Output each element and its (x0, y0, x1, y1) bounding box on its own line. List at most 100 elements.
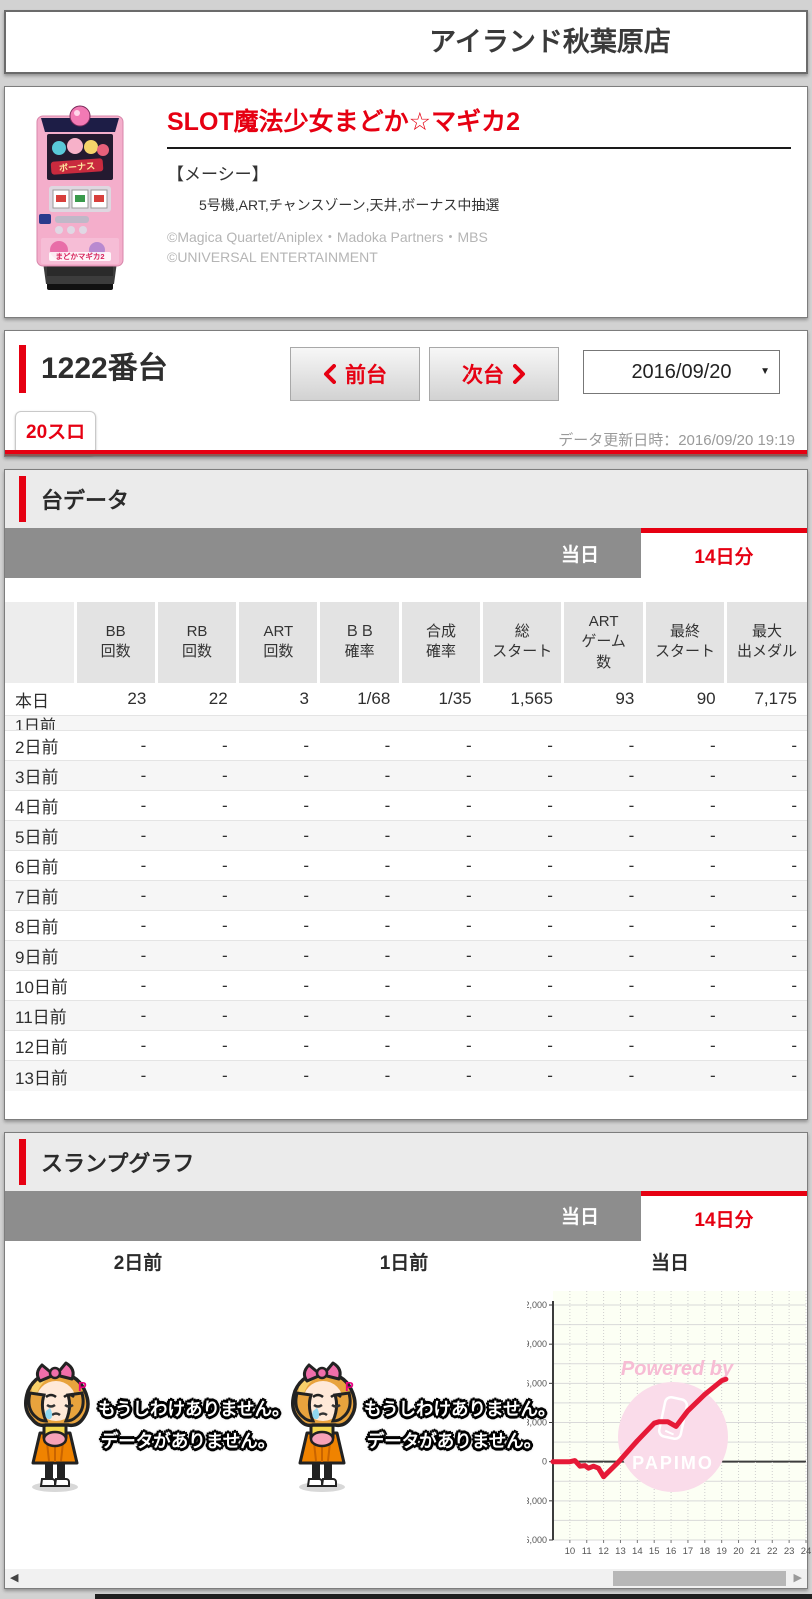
table-cell: - (75, 850, 157, 881)
table-cell: - (156, 910, 238, 941)
scrollbar-thumb[interactable] (613, 1570, 786, 1586)
table-cell: - (562, 760, 645, 791)
horizontal-scrollbar[interactable]: ◀ ▶ (5, 1568, 807, 1588)
table-cell: 3 (299, 689, 309, 708)
tab-today[interactable]: 当日 (561, 528, 599, 578)
table-cell: - (318, 970, 401, 1001)
graph-tab-today[interactable]: 当日 (561, 1191, 599, 1241)
table-cell: - (400, 880, 482, 911)
no-data-message-2: もうしわけありません。 データがありません。 (364, 1393, 555, 1457)
svg-text:まどかマギカ2: まどかマギカ2 (55, 251, 104, 261)
table-cell: 1,565 (510, 689, 553, 708)
slump-graph-panel: スランプグラフ 当日 14日分 2日前 1日前 当日 P もうしわけありません。… (4, 1131, 811, 1589)
table-cell (237, 715, 319, 731)
x-tick-label: 14 (632, 1546, 643, 1557)
row-label: 13日前 (5, 1060, 75, 1091)
table-row: 9日前 - - - - - - - - - (5, 940, 807, 971)
data-table-head: BB 回数 RB 回数 ART 回数 ＢＢ 確率 合成 確率総 スタート ART ゲーム … (5, 602, 807, 683)
date-select[interactable]: 2016/09/20 ▼ (583, 350, 780, 394)
table-cell: - (400, 760, 482, 791)
powered-by-text: Powered by (621, 1358, 734, 1380)
col-header: 総 スタート (480, 602, 563, 683)
machine-title: SLOT魔法少女まどか☆マギカ2 (167, 102, 791, 149)
row-label: 10日前 (5, 970, 75, 1001)
graph-content: P もうしわけありません。 データがありません。 P もうしわけありません。 デ… (5, 1281, 811, 1569)
chevron-right-icon (513, 364, 525, 384)
data-updated-timestamp: データ更新日時：2016/09/20 19:19 (558, 432, 795, 449)
table-row: 12日前 - - - - - - - - - (5, 1030, 807, 1061)
machine-maker: 【メーシー】 (167, 165, 269, 184)
prev-unit-button[interactable]: 前台 (290, 347, 420, 401)
table-cell: - (562, 1030, 645, 1061)
row-label: 7日前 (5, 880, 75, 911)
table-cell: - (725, 1000, 807, 1031)
table-cell: - (156, 880, 238, 911)
y-tick-label: 3,000 (527, 1417, 547, 1427)
slot-type-badge: 20スロ (15, 411, 97, 455)
table-cell: - (725, 1060, 807, 1091)
table-cell: - (75, 790, 157, 821)
table-cell: - (481, 1060, 563, 1091)
table-cell: - (481, 850, 563, 881)
x-tick-label: 22 (767, 1546, 778, 1557)
graph-section-title: スランプグラフ (41, 1150, 195, 1176)
mascot-apology-1: P (24, 1361, 90, 1492)
table-cell: - (156, 970, 238, 1001)
table-cell: - (481, 820, 563, 851)
scroll-right-icon[interactable]: ▶ (794, 1571, 802, 1584)
graph-col-2daysago: 2日前 (113, 1253, 163, 1275)
col-header: 最終 スタート (642, 602, 726, 683)
table-cell: - (400, 1060, 482, 1091)
table-cell: - (318, 820, 401, 851)
table-cell: - (400, 1000, 482, 1031)
y-tick-label: -6,000 (527, 1535, 547, 1545)
table-cell: - (725, 850, 807, 881)
graph-col-1dayago: 1日前 (379, 1253, 429, 1275)
y-tick-label: 6,000 (527, 1378, 547, 1388)
table-cell: - (481, 760, 563, 791)
table-cell: - (156, 730, 238, 761)
table-cell: - (644, 730, 726, 761)
table-cell: - (644, 910, 726, 941)
table-cell: - (725, 1030, 807, 1061)
col-header: ART 回数 (236, 602, 319, 683)
table-cell: - (644, 820, 726, 851)
y-tick-label: 9,000 (527, 1339, 547, 1349)
x-tick-label: 20 (733, 1546, 744, 1557)
row-label: 5日前 (5, 820, 75, 851)
next-unit-button[interactable]: 次台 (429, 347, 559, 401)
table-cell: - (75, 910, 157, 941)
table-cell: - (400, 820, 482, 851)
x-tick-label: 12 (598, 1546, 609, 1557)
table-cell: - (400, 790, 482, 821)
table-cell (725, 715, 807, 731)
table-cell: - (562, 730, 645, 761)
table-cell: - (156, 1030, 238, 1061)
table-cell: - (75, 970, 157, 1001)
machine-data-panel: 台データ 当日 14日分 BB 回数 RB 回数 ART 回数 ＢＢ 確率 合成 確率総… (4, 469, 808, 1120)
col-header-empty (5, 602, 75, 683)
table-cell: - (725, 970, 807, 1001)
col-header: ART ゲーム 数 (561, 602, 645, 683)
row-label: 6日前 (5, 850, 75, 881)
table-cell (562, 715, 645, 731)
table-cell: - (237, 1030, 319, 1061)
table-cell: - (318, 1030, 401, 1061)
table-cell (481, 715, 563, 731)
scroll-left-icon[interactable]: ◀ (10, 1571, 18, 1584)
unit-panel: 1222番台 前台 次台 2016/09/20 ▼ 20スロ データ更新日時：2… (4, 330, 808, 457)
row-label: 2日前 (5, 730, 75, 761)
table-cell: - (481, 1000, 563, 1031)
copyright-line-2: ©UNIVERSAL ENTERTAINMENT (167, 249, 378, 266)
graph-col-today: 当日 (650, 1253, 689, 1275)
table-cell: - (562, 790, 645, 821)
table-row: 13日前 - - - - - - - - - (5, 1060, 807, 1091)
tab-14days[interactable]: 14日分 (641, 528, 807, 578)
table-cell: - (481, 790, 563, 821)
x-tick-label: 15 (649, 1546, 660, 1557)
table-row: 6日前 - - - - - - - - - (5, 850, 807, 881)
table-cell: - (562, 850, 645, 881)
table-cell: 1/35 (438, 689, 472, 708)
graph-tab-14days[interactable]: 14日分 (641, 1190, 807, 1241)
table-cell: - (156, 1060, 238, 1091)
